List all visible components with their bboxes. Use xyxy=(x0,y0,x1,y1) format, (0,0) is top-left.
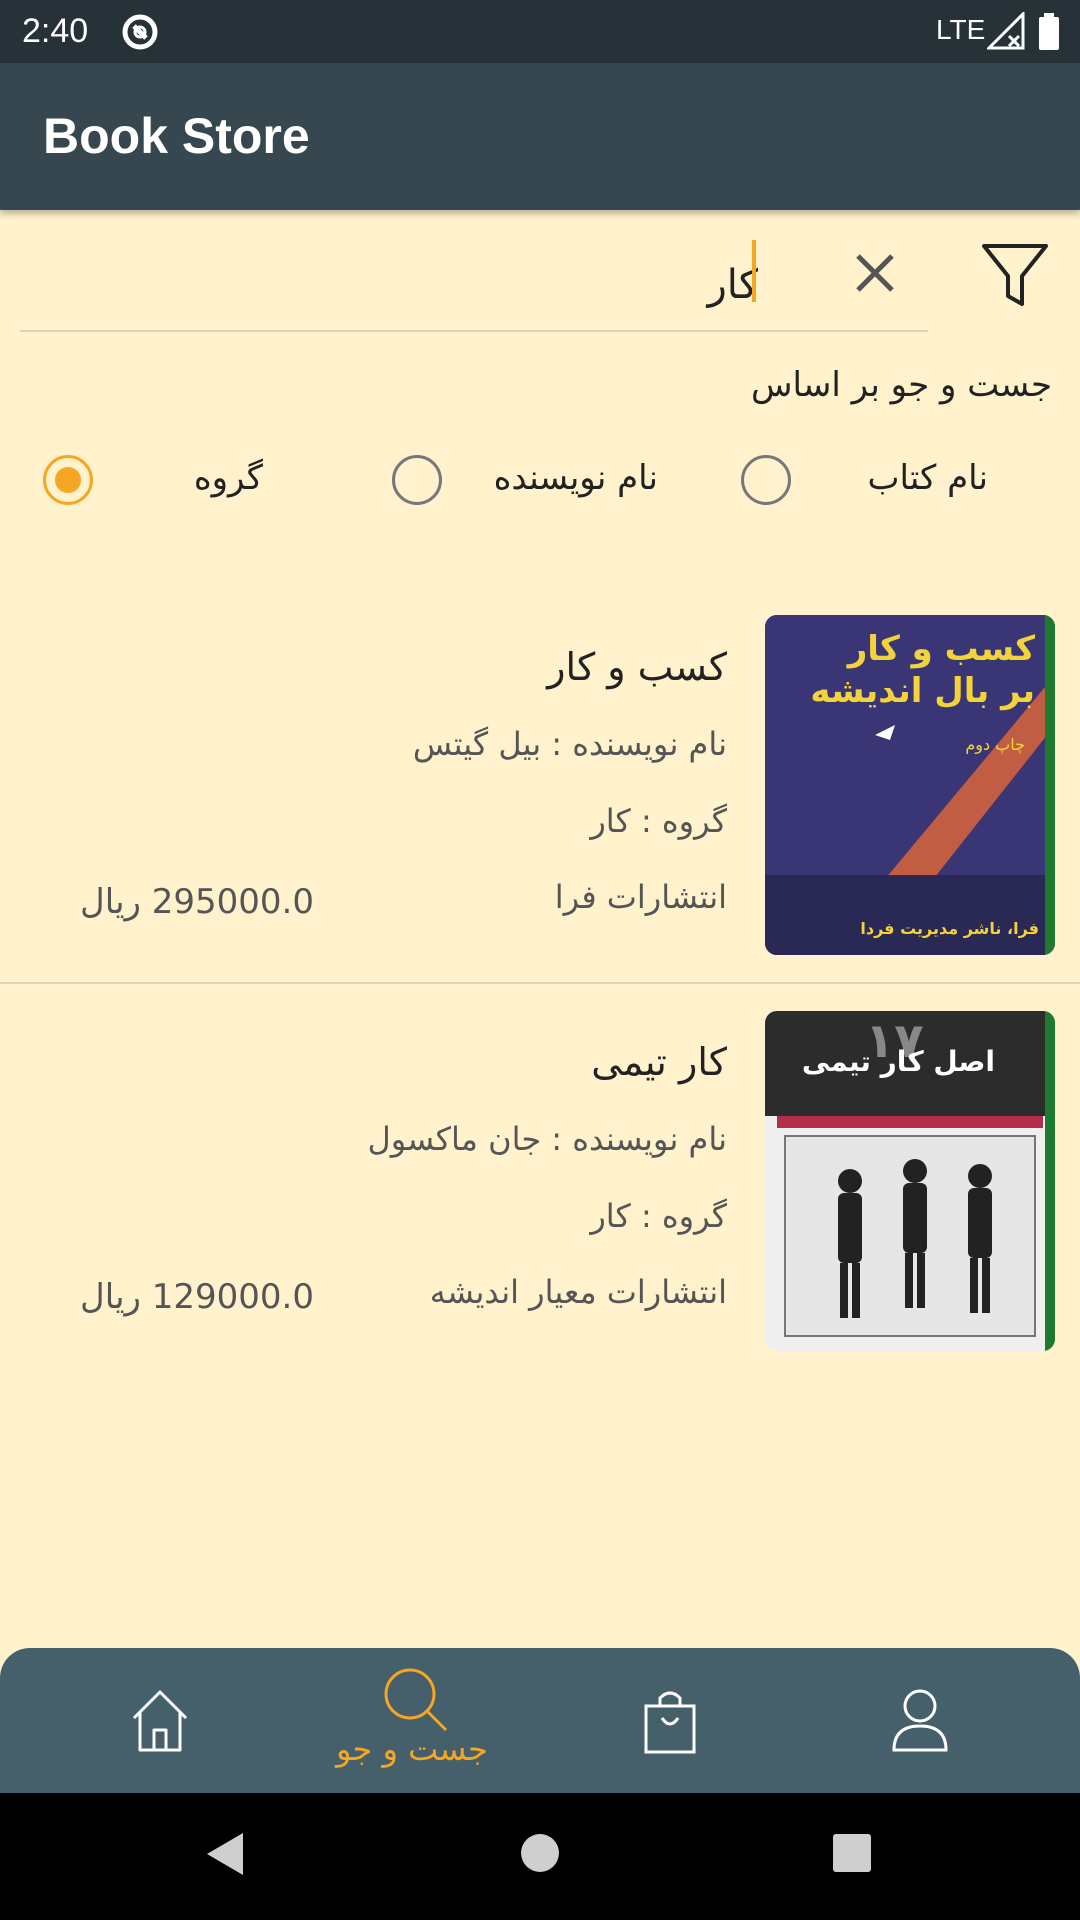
cover-title-line1: کسب و کار xyxy=(847,629,1035,669)
cover-title: اصل کار تیمی xyxy=(801,1045,995,1078)
book-price: 129000.0 ریال xyxy=(80,1277,314,1317)
nav-search-label: جست و جو xyxy=(336,1730,488,1768)
app-bar: Book Store xyxy=(0,63,1080,210)
nav-search[interactable]: جست و جو xyxy=(330,1648,500,1793)
search-icon xyxy=(380,1664,450,1738)
do-not-disturb-icon xyxy=(120,12,160,56)
shopping-bag-icon xyxy=(640,1686,700,1760)
book-cover: کسب و کار بر بال اندیشه چاپ دوم فرا، ناش… xyxy=(765,615,1055,955)
radio-author-name[interactable] xyxy=(392,455,442,505)
radio-label-author-name: نام نویسنده xyxy=(493,458,658,498)
radio-label-group: گروه xyxy=(193,458,263,498)
book-author: نام نویسنده : جان ماکسول xyxy=(367,1120,727,1158)
cover-title-line2: بر بال اندیشه xyxy=(810,671,1035,711)
result-card[interactable]: ۱۷ اصل کار تیمی کار تیمی نام نویسنده : ج… xyxy=(0,985,1080,1380)
search-input[interactable] xyxy=(20,240,928,332)
book-title: کسب و کار xyxy=(547,645,727,689)
text-caret xyxy=(752,240,756,302)
book-publisher: انتشارات معیار اندیشه xyxy=(429,1273,727,1311)
close-icon[interactable] xyxy=(850,248,900,302)
divider xyxy=(0,982,1080,984)
status-time: 2:40 xyxy=(22,12,89,50)
book-group: گروه : کار xyxy=(590,802,727,840)
book-price: 295000.0 ریال xyxy=(80,882,314,922)
search-by-label: جست و جو بر اساس xyxy=(751,365,1052,405)
result-card[interactable]: کسب و کار بر بال اندیشه چاپ دوم فرا، ناش… xyxy=(0,590,1080,985)
status-bar: 2:40 LTE xyxy=(0,0,1080,63)
recents-icon[interactable] xyxy=(832,1833,872,1877)
radio-label-book-name: نام کتاب xyxy=(867,458,989,498)
nav-profile[interactable] xyxy=(880,1648,960,1793)
signal-icon xyxy=(985,10,1025,54)
app-title: Book Store xyxy=(43,108,310,164)
cover-footer: فرا، ناشر مدیریت فردا xyxy=(860,919,1039,938)
nav-cart[interactable] xyxy=(630,1648,710,1793)
radio-book-name[interactable] xyxy=(741,455,791,505)
cover-badge: چاپ دوم xyxy=(965,735,1025,754)
bottom-nav: جست و جو xyxy=(0,1648,1080,1793)
home-button-icon[interactable] xyxy=(520,1833,560,1877)
book-author: نام نویسنده : بیل گیتس xyxy=(412,725,727,763)
battery-icon xyxy=(1038,13,1060,55)
book-publisher: انتشارات فرا xyxy=(554,878,727,916)
filter-icon[interactable] xyxy=(980,240,1050,314)
network-type: LTE xyxy=(936,14,986,45)
profile-icon xyxy=(890,1688,950,1758)
system-nav-bar xyxy=(0,1793,1080,1920)
nav-home[interactable] xyxy=(120,1648,200,1793)
home-icon xyxy=(128,1686,192,1760)
book-group: گروه : کار xyxy=(590,1197,727,1235)
radio-group[interactable] xyxy=(43,455,93,505)
back-icon[interactable] xyxy=(205,1831,245,1881)
book-title: کار تیمی xyxy=(591,1040,727,1084)
book-cover: ۱۷ اصل کار تیمی xyxy=(765,1011,1055,1351)
